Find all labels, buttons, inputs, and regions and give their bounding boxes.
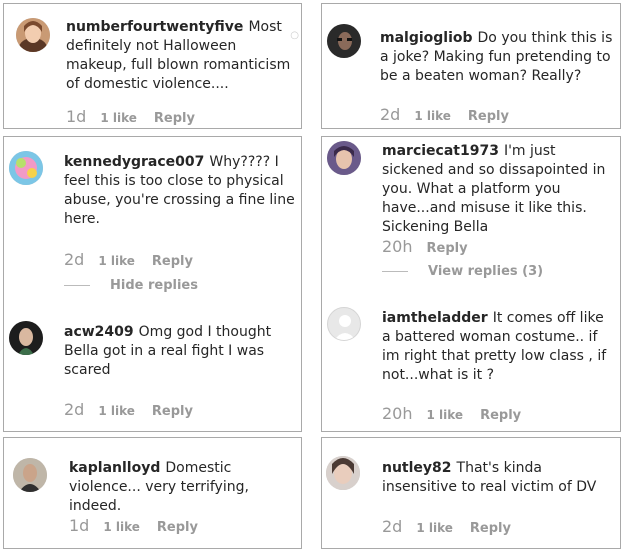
avatar[interactable] xyxy=(327,24,361,58)
comment-likes[interactable]: 1 like xyxy=(414,109,451,123)
comment-time: 1d xyxy=(69,516,90,535)
comment-panel-1: numberfourtwentyfive Most definitely not … xyxy=(3,3,302,129)
reply-button[interactable]: Reply xyxy=(470,521,511,536)
divider-line xyxy=(64,285,90,286)
comment-username[interactable]: iamtheladder xyxy=(382,310,488,326)
comment-meta: 2d 1 like Reply xyxy=(64,400,193,419)
reply-button[interactable]: Reply xyxy=(480,408,521,423)
comment-time: 2d xyxy=(382,517,403,536)
comment-username[interactable]: numberfourtwentyfive xyxy=(66,19,243,35)
comment-panel-5: kaplanlloyd Domestic violence... very ter… xyxy=(3,437,302,549)
comment-panel-6: nutley82 That's kinda insensitive to real… xyxy=(321,437,621,549)
reply-button[interactable]: Reply xyxy=(427,241,468,256)
view-replies-button[interactable]: View replies (3) xyxy=(382,264,543,279)
avatar[interactable] xyxy=(327,307,361,341)
comment-username[interactable]: nutley82 xyxy=(382,460,452,476)
comment-body: iamtheladder It comes off like a battered… xyxy=(382,309,614,385)
reply-button[interactable]: Reply xyxy=(154,111,195,126)
comment-time: 20h xyxy=(382,237,413,256)
comment-meta: 1d 1 like Reply xyxy=(69,516,198,535)
comment-body: acw2409 Omg god I thought Bella got in a … xyxy=(64,323,295,380)
comment-body: numberfourtwentyfive Most definitely not … xyxy=(66,18,295,94)
comment-meta: 1d 1 like Reply xyxy=(66,107,195,126)
hide-replies-button[interactable]: Hide replies xyxy=(64,278,198,293)
divider-line xyxy=(382,271,408,272)
comment-panel-2: malgiogliob Do you think this is a joke? … xyxy=(321,3,621,129)
reply-button[interactable]: Reply xyxy=(468,109,509,124)
comment-username[interactable]: acw2409 xyxy=(64,324,134,340)
comment-body: nutley82 That's kinda insensitive to real… xyxy=(382,459,614,497)
comment-username[interactable]: malgiogliob xyxy=(380,30,473,46)
comment-likes[interactable]: 1 like xyxy=(98,404,135,418)
avatar[interactable] xyxy=(13,458,47,492)
comment-panel-4: marciecat1973 I'm just sickened and so di… xyxy=(321,136,621,432)
avatar[interactable] xyxy=(9,321,43,355)
comment-likes[interactable]: 1 like xyxy=(103,520,140,534)
comment-time: 20h xyxy=(382,404,413,423)
comment-meta: 2d 1 like Reply xyxy=(382,517,511,536)
view-replies-label[interactable]: View replies (3) xyxy=(428,264,543,279)
comment-body: marciecat1973 I'm just sickened and so di… xyxy=(382,142,614,237)
hide-replies-label[interactable]: Hide replies xyxy=(110,278,198,293)
comment-body: malgiogliob Do you think this is a joke? … xyxy=(380,29,614,86)
comment-panel-3: kennedygrace007 Why???? I feel this is to… xyxy=(3,136,302,432)
comment-username[interactable]: kennedygrace007 xyxy=(64,154,204,170)
comment-meta: 2d 1 like Reply xyxy=(64,250,193,269)
comment-meta: 2d 1 like Reply xyxy=(380,105,509,124)
comment-username[interactable]: kaplanlloyd xyxy=(69,460,160,476)
comment-likes[interactable]: 1 like xyxy=(427,408,464,422)
comment-likes[interactable]: 1 like xyxy=(416,521,453,535)
avatar[interactable] xyxy=(9,151,43,185)
comment-time: 1d xyxy=(66,107,87,126)
comment-likes[interactable]: 1 like xyxy=(98,254,135,268)
comment-body: kennedygrace007 Why???? I feel this is to… xyxy=(64,153,295,229)
avatar[interactable] xyxy=(326,456,360,490)
comment-username[interactable]: marciecat1973 xyxy=(382,143,499,159)
comment-time: 2d xyxy=(64,400,85,419)
reply-button[interactable]: Reply xyxy=(157,520,198,535)
comment-meta: 20h Reply xyxy=(382,237,468,256)
comment-time: 2d xyxy=(380,105,401,124)
comment-likes[interactable]: 1 like xyxy=(100,111,137,125)
comment-time: 2d xyxy=(64,250,85,269)
more-options-icon[interactable]: ○ xyxy=(290,30,299,41)
reply-button[interactable]: Reply xyxy=(152,254,193,269)
avatar[interactable] xyxy=(327,141,361,175)
comment-body: kaplanlloyd Domestic violence... very ter… xyxy=(69,459,295,516)
comment-meta: 20h 1 like Reply xyxy=(382,404,521,423)
reply-button[interactable]: Reply xyxy=(152,404,193,419)
avatar[interactable] xyxy=(16,18,50,52)
